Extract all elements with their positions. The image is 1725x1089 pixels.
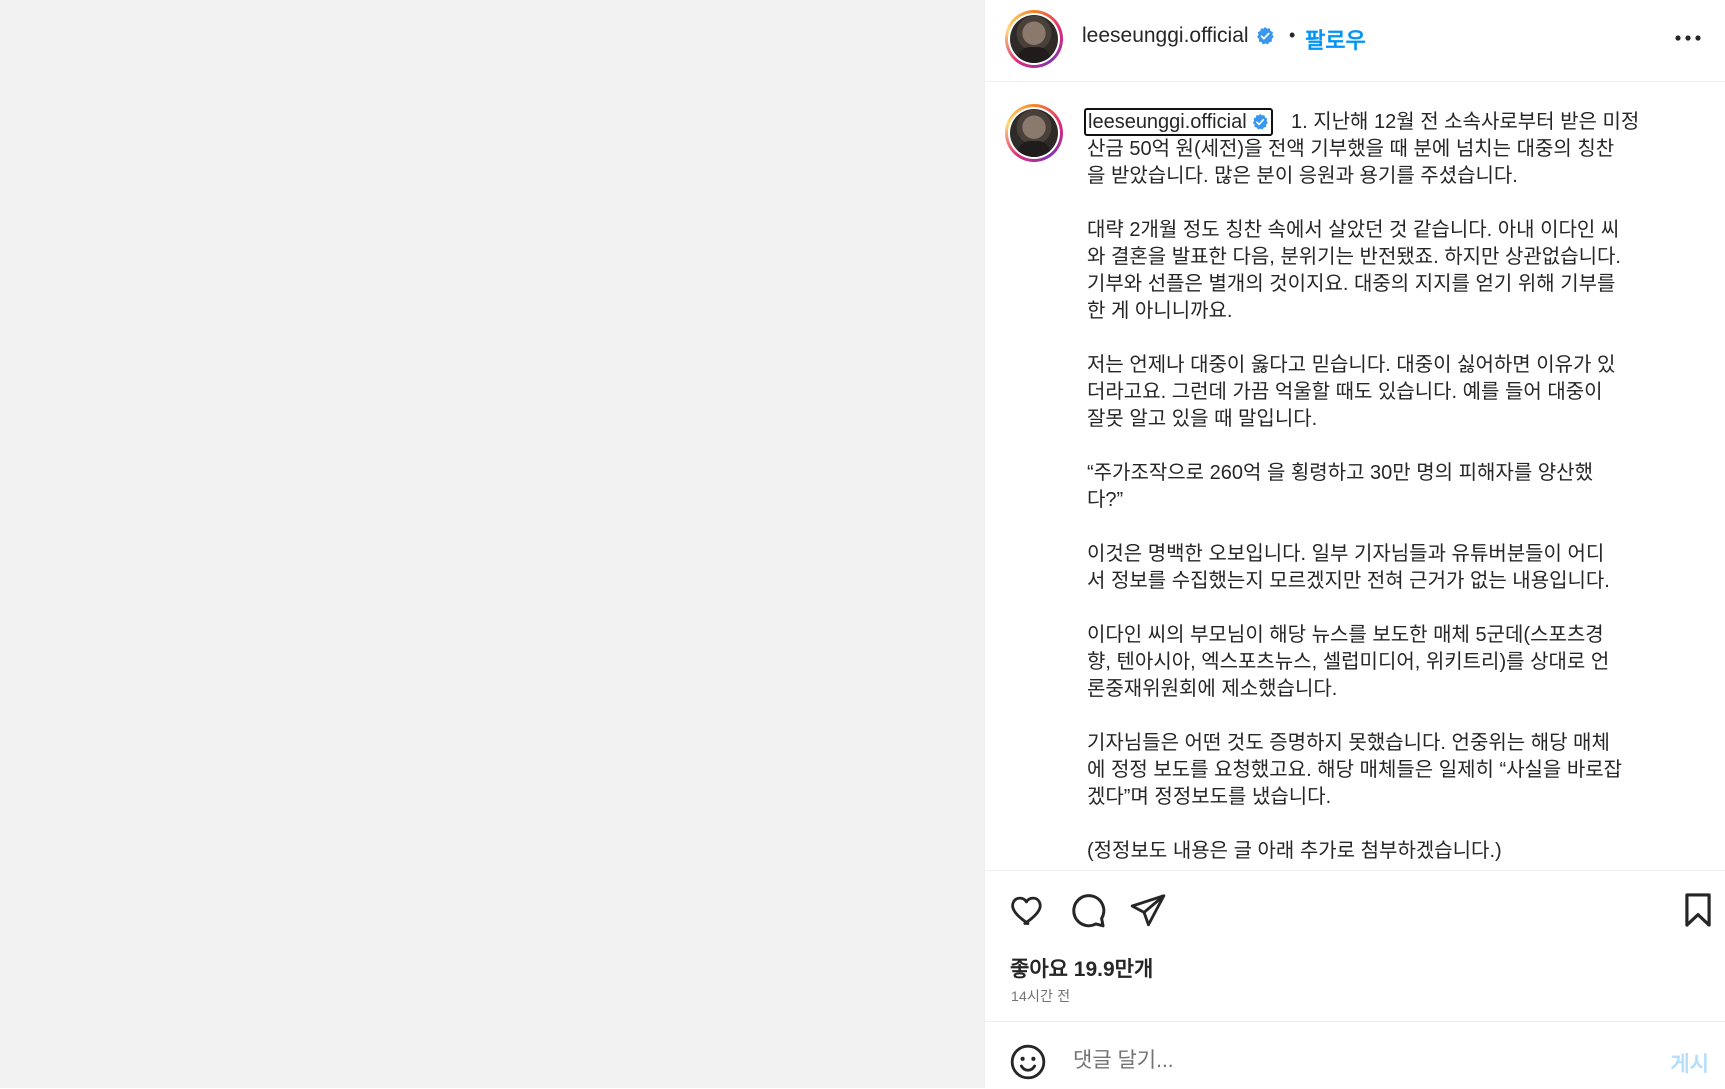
header-username[interactable]: leeseunggi.official (1082, 24, 1249, 48)
emoji-smile-icon[interactable] (1009, 1043, 1047, 1081)
post-timestamp[interactable]: 14시간 전 (1011, 986, 1070, 1006)
caption-username-link[interactable]: leeseunggi.official (1084, 108, 1273, 136)
caption-first-line: 1. 지난해 12월 전 소속사로부터 받은 미정 (1291, 111, 1640, 133)
more-options-icon[interactable] (1673, 26, 1703, 50)
comment-bubble-icon[interactable] (1069, 891, 1107, 929)
caption-scroll-area[interactable]: 1. 지난해 12월 전 소속사로부터 받은 미정 산금 50억 원(세전)을 … (985, 82, 1725, 870)
paper-plane-icon[interactable] (1129, 891, 1167, 929)
likes-count[interactable]: 좋아요 19.9만개 (1010, 953, 1153, 983)
caption-body: 산금 50억 원(세전)을 전액 기부했을 때 분에 넘치는 대중의 칭찬 을 … (1087, 138, 1623, 862)
post-header: leeseunggi.official • 팔로우 (985, 0, 1725, 82)
caption-text: 1. 지난해 12월 전 소속사로부터 받은 미정 산금 50억 원(세전)을 … (1087, 109, 1687, 865)
post-comment-button[interactable]: 게시 (1670, 1048, 1709, 1078)
caption-username[interactable]: leeseunggi.official (1088, 111, 1247, 134)
heart-icon[interactable] (1009, 891, 1047, 929)
post-side-panel: leeseunggi.official • 팔로우 1. 지난해 12월 전 소… (984, 0, 1725, 1088)
header-separator: • (1289, 25, 1296, 45)
comment-bar: 게시 (985, 1021, 1725, 1089)
post-media-area (0, 0, 984, 1088)
verified-badge-icon (1256, 27, 1274, 45)
header-avatar[interactable] (1005, 10, 1063, 68)
header-username-group: leeseunggi.official (1082, 24, 1275, 48)
follow-button[interactable]: 팔로우 (1305, 23, 1366, 55)
caption-avatar[interactable] (1005, 104, 1063, 162)
bookmark-icon[interactable] (1679, 891, 1717, 929)
verified-badge-icon (1252, 113, 1268, 130)
comment-input[interactable] (1071, 1040, 1615, 1082)
post-actions-section: 좋아요 19.9만개 14시간 전 게시 (985, 870, 1725, 1088)
